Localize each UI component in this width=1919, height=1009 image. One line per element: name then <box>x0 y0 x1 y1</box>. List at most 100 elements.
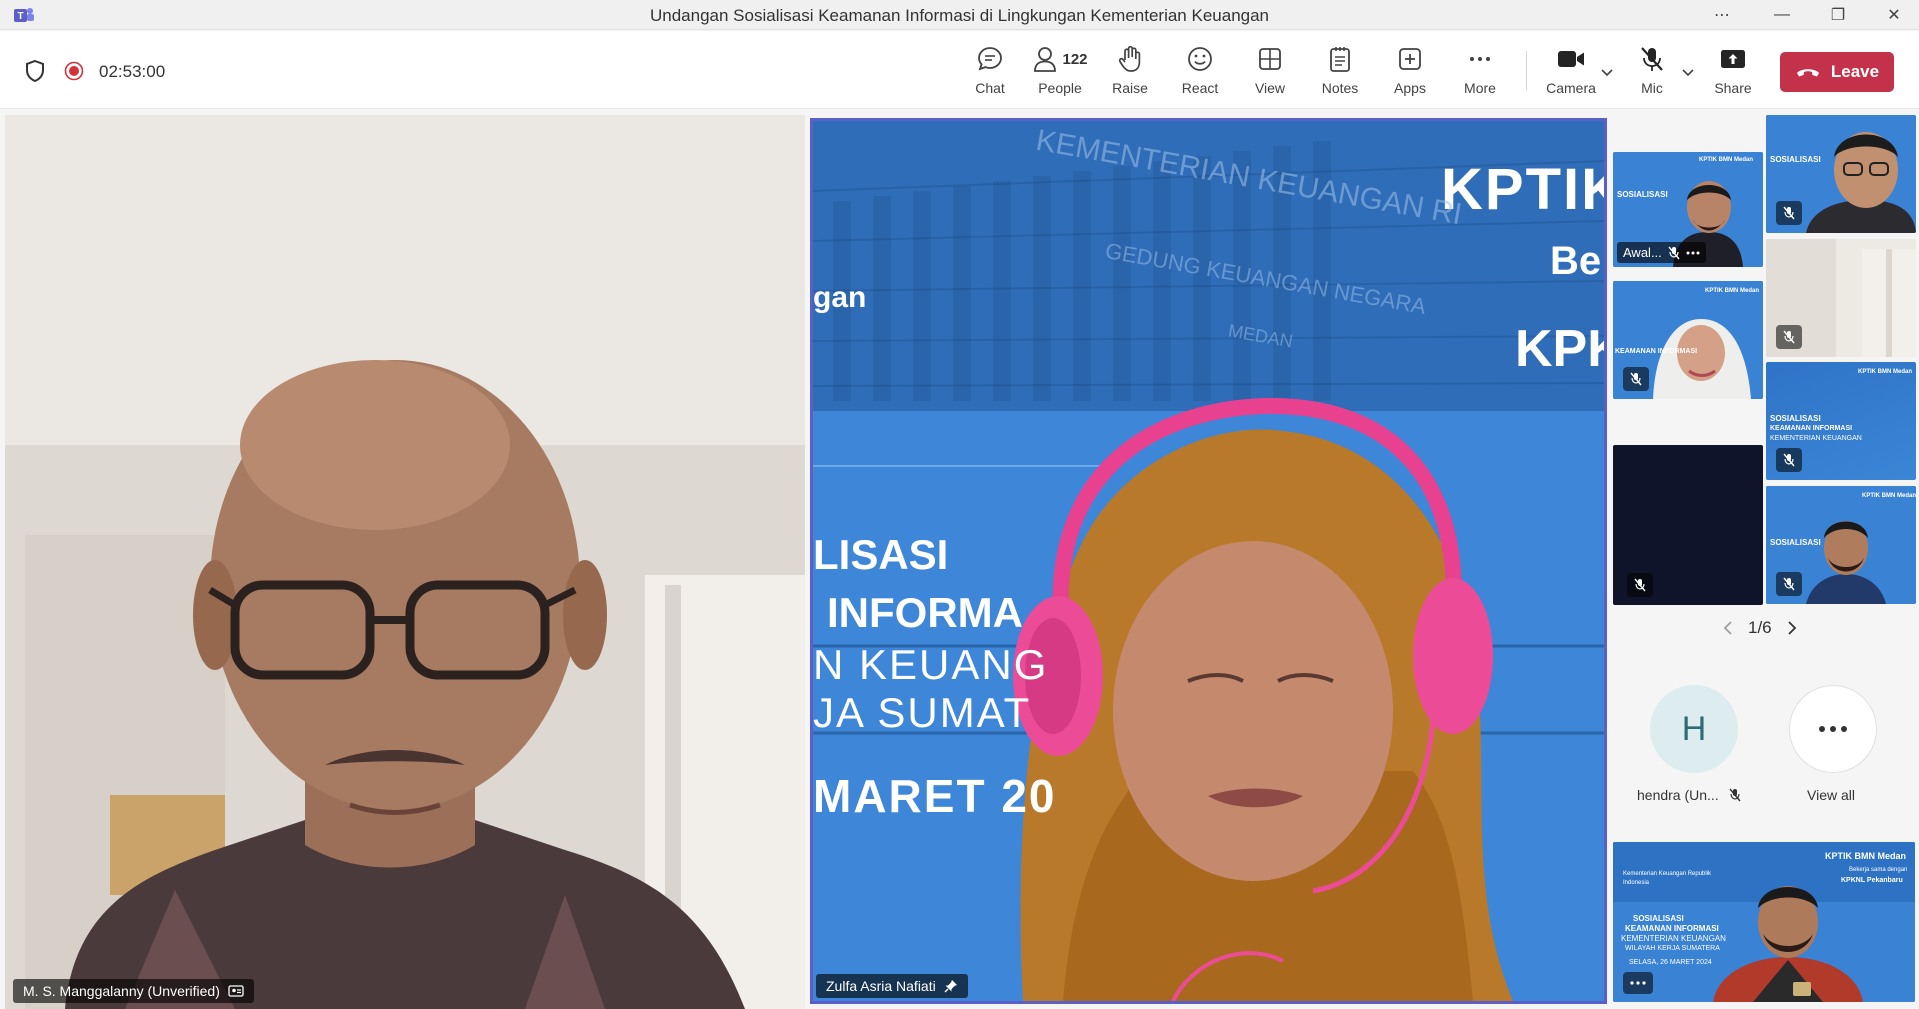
slide-kpk-text: KPK <box>1515 320 1604 378</box>
participant-video-tile[interactable]: M. S. Manggalanny (Unverified) <box>5 115 805 1009</box>
self-view-more-button[interactable] <box>1623 972 1653 994</box>
more-horizontal-icon <box>1470 57 1490 61</box>
participant-name: hendra (Un... <box>1637 787 1719 803</box>
participant-video-feed <box>5 115 805 1009</box>
minimize-button[interactable]: — <box>1760 0 1804 30</box>
mic-off-icon <box>1630 372 1642 386</box>
raise-hand-icon <box>1118 45 1141 72</box>
title-bar: T Undangan Sosialisasi Keamanan Informas… <box>0 0 1919 30</box>
react-button[interactable]: React <box>1165 43 1235 101</box>
mini-slide-title: SOSIALISASI <box>1770 538 1821 547</box>
slide-title-line-2: INFORMA <box>827 589 1023 636</box>
mute-badge <box>1627 573 1653 597</box>
meeting-toolbar: 02:53:00 Chat 122 People Raise React Vie… <box>0 31 1919 109</box>
mini-slide-subtitle: KPTIK BMN Medan <box>1858 369 1912 375</box>
gallery-tile[interactable]: SOSIALISASI KPTIK BMN Medan <box>1766 486 1916 604</box>
participant-name-tag: Zulfa Asria Nafiati <box>816 974 968 998</box>
pin-icon <box>944 980 957 993</box>
view-button[interactable]: View <box>1235 43 1305 101</box>
mic-off-icon <box>1783 577 1795 591</box>
apps-label: Apps <box>1394 80 1426 96</box>
share-button[interactable]: Share <box>1698 43 1768 101</box>
share-screen-icon <box>1721 50 1745 68</box>
mic-off-icon <box>1783 453 1795 467</box>
active-speaker-video-tile[interactable]: KPTIK Be KPK gan KEMENTERIAN KEUANGAN RI… <box>810 118 1607 1004</box>
mic-off-icon <box>1634 578 1646 592</box>
mic-options-chevron-icon[interactable] <box>1681 68 1695 78</box>
minimize-icon: — <box>1774 6 1790 23</box>
mic-off-icon <box>1641 47 1663 71</box>
camera-options-chevron-icon[interactable] <box>1600 68 1614 78</box>
window-title: Undangan Sosialisasi Keamanan Informasi … <box>649 6 1270 25</box>
mic-off-icon <box>1783 330 1795 344</box>
leave-label: Leave <box>1830 62 1880 81</box>
chevron-right-icon[interactable] <box>1786 620 1798 636</box>
gallery-tile[interactable] <box>1766 239 1916 357</box>
grid-view-icon <box>1259 48 1281 70</box>
self-view-tile[interactable]: KPTIK BMN Medan Bekerja sama dengan KPKN… <box>1613 842 1915 1002</box>
view-label: View <box>1254 80 1286 96</box>
self-view-slide-date: SELASA, 26 MARET 2024 <box>1629 959 1712 966</box>
add-apps-icon <box>1399 48 1421 70</box>
self-view-slide-title-4: WILAYAH KERJA SUMATERA <box>1625 945 1720 952</box>
restore-icon: ❐ <box>1830 7 1846 24</box>
mute-badge <box>1776 325 1802 349</box>
gallery-tile[interactable]: SOSIALISASI <box>1766 115 1916 233</box>
people-button[interactable]: 122 People <box>1025 43 1095 101</box>
apps-button[interactable]: Apps <box>1375 43 1445 101</box>
slide-title-line-3: N KEUANG <box>813 641 1049 688</box>
mini-slide-title: KEAMANAN INFORMASI <box>1615 348 1698 355</box>
smiley-icon <box>1188 47 1212 71</box>
unverified-icon <box>228 985 244 997</box>
chat-button[interactable]: Chat <box>955 43 1025 101</box>
mute-badge <box>1776 201 1802 225</box>
self-view-slide-bekerja: Bekerja sama dengan <box>1849 867 1908 873</box>
chat-icon <box>978 47 1002 71</box>
maximize-button[interactable]: ❐ <box>1816 0 1860 30</box>
more-horizontal-icon[interactable] <box>1686 251 1700 255</box>
slide-title-line-4: JA SUMAT <box>813 689 1032 736</box>
gallery-tile[interactable] <box>1613 445 1763 605</box>
mic-off-icon <box>1668 246 1680 259</box>
mini-slide-title: SOSIALISASI <box>1770 155 1821 164</box>
slide-kptik-text: KPTIK <box>1441 157 1607 222</box>
chevron-left-icon[interactable] <box>1722 620 1734 636</box>
self-view-slide-kemenkeu: Kementerian Keuangan Republik Indonesia <box>1623 871 1712 886</box>
gallery-tile[interactable]: SOSIALISASI KEAMANAN INFORMASI KEMENTERI… <box>1766 362 1916 480</box>
mini-slide-subtitle: KPTIK BMN Medan <box>1862 493 1916 499</box>
gallery-tile[interactable]: SOSIALISASI KPTIK BMN Medan Awal... <box>1613 152 1763 267</box>
slide-gan-text: gan <box>813 281 867 314</box>
close-window-button[interactable]: ✕ <box>1872 0 1916 30</box>
shield-icon[interactable] <box>24 59 46 83</box>
gallery-tile[interactable]: KEAMANAN INFORMASI KPTIK BMN Medan <box>1613 281 1763 399</box>
more-button[interactable]: More <box>1445 43 1515 101</box>
meeting-stage: M. S. Manggalanny (Unverified) KPTIK Be … <box>0 110 1919 1009</box>
mute-badge <box>1776 572 1802 596</box>
camera-label: Camera <box>1546 80 1596 96</box>
participant-avatar[interactable]: H <box>1650 685 1738 773</box>
self-view-slide-kptik: KPTIK BMN Medan <box>1825 851 1906 861</box>
camera-button[interactable]: Camera <box>1536 43 1606 101</box>
leave-button[interactable]: Leave <box>1780 52 1894 92</box>
video-camera-icon <box>1558 51 1584 67</box>
view-all-button[interactable] <box>1789 685 1877 773</box>
raise-hand-button[interactable]: Raise <box>1095 43 1165 101</box>
slide-title-line-1: LISASI <box>813 531 949 578</box>
notes-icon <box>1330 47 1350 72</box>
slide-be-text: Be <box>1550 239 1602 283</box>
notes-button[interactable]: Notes <box>1305 43 1375 101</box>
hang-up-icon <box>1796 69 1819 77</box>
participant-name: Zulfa Asria Nafiati <box>826 978 936 994</box>
mute-badge <box>1623 367 1649 391</box>
mini-slide-title: SOSIALISASI <box>1770 414 1821 423</box>
more-horizontal-icon: ⋯ <box>1714 7 1730 24</box>
mic-button[interactable]: Mic <box>1617 43 1687 101</box>
self-view-slide-title-1: SOSIALISASI <box>1633 914 1684 923</box>
toolbar-divider <box>1526 51 1527 91</box>
raise-label: Raise <box>1112 80 1148 96</box>
self-view-slide-title-2: KEAMANAN INFORMASI <box>1625 924 1719 933</box>
more-horizontal-icon <box>1819 726 1847 732</box>
mic-off-icon <box>1729 788 1741 802</box>
window-more-button[interactable]: ⋯ <box>1700 0 1744 30</box>
participant-name-tag: Awal... <box>1617 242 1706 263</box>
